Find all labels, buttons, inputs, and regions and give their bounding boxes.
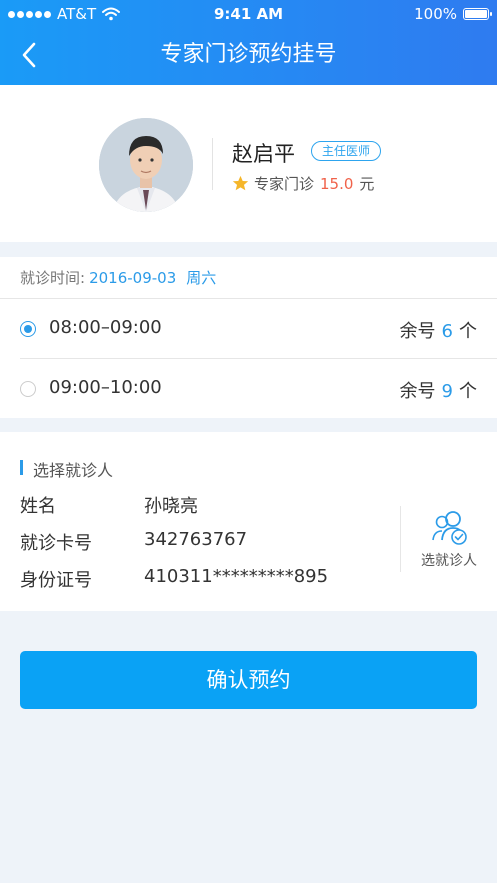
- status-bar: AT&T 9:41 AM 100%: [0, 0, 497, 28]
- doctor-title-badge: 主任医师: [311, 141, 382, 161]
- status-right: 100%: [414, 5, 492, 23]
- doctor-fee-row: 专家门诊 15.0 元: [232, 173, 374, 194]
- patient-name-value: 孙晓亮: [144, 496, 198, 517]
- select-patient-label: 选就诊人: [421, 553, 477, 569]
- card-number-label: 就诊卡号: [20, 533, 92, 554]
- star-icon: [232, 175, 249, 191]
- time-slot-option[interactable]: 08:00–09:00 余号 6 个: [0, 299, 497, 358]
- page-title: 专家门诊预约挂号: [160, 42, 337, 67]
- header: AT&T 9:41 AM 100% 专家门诊预约挂号: [0, 0, 497, 85]
- radio-unselected-icon[interactable]: [20, 381, 36, 397]
- visit-date-row: 就诊时间: 2016-09-03 周六: [20, 267, 216, 288]
- patient-card: 选择就诊人 姓名 孙晓亮 就诊卡号 342763767 身份证号 410311*…: [0, 432, 497, 611]
- battery-percent: 100%: [414, 5, 457, 23]
- slot-time: 09:00–10:00: [49, 377, 162, 398]
- visit-date: 2016-09-03: [89, 269, 177, 287]
- radio-selected-icon[interactable]: [20, 321, 36, 337]
- slot-remaining: 余号 9 个: [400, 377, 477, 403]
- visit-weekday: 周六: [186, 269, 217, 287]
- select-patient-button[interactable]: 选就诊人: [405, 510, 493, 574]
- clinic-type: 专家门诊: [254, 175, 315, 193]
- schedule-card: 就诊时间: 2016-09-03 周六 08:00–09:00 余号 6 个 09:00…: [0, 257, 497, 418]
- remain-label: 余号: [399, 381, 436, 402]
- remain-unit: 个: [459, 381, 477, 402]
- doctor-name: 赵启平: [232, 142, 295, 166]
- visit-date-label: 就诊时间:: [20, 269, 86, 287]
- section-title: 选择就诊人: [33, 461, 114, 480]
- remain-count: 9: [441, 381, 453, 402]
- section-accent-bar: [20, 460, 23, 475]
- confirm-appointment-button[interactable]: 确认预约: [20, 651, 477, 709]
- slot-time: 08:00–09:00: [49, 317, 162, 338]
- patients-icon: [432, 511, 467, 545]
- slot-remaining: 余号 6 个: [400, 317, 477, 343]
- patient-name-label: 姓名: [20, 496, 56, 517]
- doctor-portrait-icon: [99, 118, 193, 212]
- time-slot-option[interactable]: 09:00–10:00 余号 9 个: [0, 359, 497, 418]
- doctor-avatar: [99, 118, 193, 212]
- doctor-divider: [212, 138, 213, 190]
- patient-divider: [400, 506, 401, 572]
- battery-icon: [463, 8, 492, 20]
- fee-unit: 元: [359, 175, 375, 193]
- id-number-value: 410311*********895: [144, 566, 329, 587]
- id-number-label: 身份证号: [20, 570, 92, 591]
- fee-value: 15.0: [320, 174, 354, 193]
- remain-unit: 个: [459, 321, 477, 342]
- card-number-value: 342763767: [144, 529, 248, 550]
- remain-label: 余号: [399, 321, 436, 342]
- remain-count: 6: [441, 321, 453, 342]
- doctor-card: 赵启平 主任医师 专家门诊 15.0 元: [0, 85, 497, 242]
